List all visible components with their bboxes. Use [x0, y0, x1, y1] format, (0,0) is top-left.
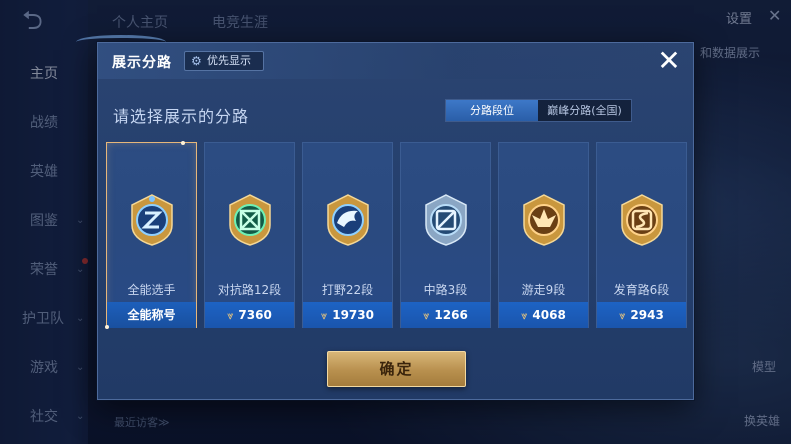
lane-card-jungle[interactable]: 打野22段 ⩔ 19730 [302, 142, 393, 328]
modal-title: 展示分路 [112, 55, 172, 71]
card-label: 打野22段 [321, 283, 374, 297]
priority-label: 优先显示 [207, 54, 251, 67]
roam-emblem-icon [520, 193, 568, 247]
card-label: 对抗路12段 [217, 283, 282, 297]
card-footer-text: 1266 [434, 308, 468, 322]
card-footer: ⩔ 19730 [303, 302, 392, 328]
rank-score-icon: ⩔ [521, 309, 528, 322]
card-footer: ⩔ 1266 [401, 302, 490, 328]
rank-score-icon: ⩔ [227, 309, 234, 322]
card-label: 中路3段 [423, 283, 468, 297]
clash-lane-emblem-icon [226, 193, 274, 247]
card-footer-text: 2943 [630, 308, 664, 322]
card-label: 全能选手 [127, 283, 176, 297]
rank-score-icon: ⩔ [619, 309, 626, 322]
view-toggle: 分路段位 巅峰分路(全国) [445, 99, 632, 122]
priority-display-button[interactable]: ⚙ 优先显示 [184, 51, 264, 71]
card-footer: ⩔ 7360 [205, 302, 294, 328]
gear-icon: ⚙ [191, 54, 202, 68]
card-footer: 全能称号 [107, 302, 196, 328]
lane-card-farm[interactable]: 发育路6段 ⩔ 2943 [596, 142, 687, 328]
card-footer: ⩔ 4068 [499, 302, 588, 328]
lane-display-modal: 展示分路 ⚙ 优先显示 ✕ 请选择展示的分路 分路段位 巅峰分路(全国) 全能选… [76, 35, 694, 400]
lane-cards: 全能选手 全能称号 对抗路12段 ⩔ 7360 打野22段 ⩔ 19730 中路… [105, 141, 687, 330]
confirm-button[interactable]: 确定 [327, 351, 466, 387]
lane-card-all-round[interactable]: 全能选手 全能称号 [105, 141, 197, 329]
card-footer-text: 全能称号 [127, 308, 176, 322]
rank-score-icon: ⩔ [423, 309, 430, 322]
toggle-peak-lane[interactable]: 巅峰分路(全国) [538, 100, 631, 121]
card-label: 游走9段 [521, 283, 566, 297]
lane-card-clash[interactable]: 对抗路12段 ⩔ 7360 [204, 142, 295, 328]
toggle-lane-rank[interactable]: 分路段位 [446, 100, 538, 121]
card-footer: ⩔ 2943 [597, 302, 686, 328]
mid-lane-emblem-icon [422, 193, 470, 247]
card-footer-text: 7360 [238, 308, 272, 322]
lane-card-mid[interactable]: 中路3段 ⩔ 1266 [400, 142, 491, 328]
lane-card-roam[interactable]: 游走9段 ⩔ 4068 [498, 142, 589, 328]
card-label: 发育路6段 [613, 283, 670, 297]
farm-lane-emblem-icon [618, 193, 666, 247]
rank-score-icon: ⩔ [321, 309, 328, 322]
card-footer-text: 19730 [332, 308, 374, 322]
jungle-emblem-icon [324, 193, 372, 247]
all-round-emblem-icon [128, 193, 176, 247]
card-footer-text: 4068 [532, 308, 566, 322]
modal-subtitle: 请选择展示的分路 [113, 107, 250, 126]
close-button[interactable]: ✕ [654, 47, 684, 77]
